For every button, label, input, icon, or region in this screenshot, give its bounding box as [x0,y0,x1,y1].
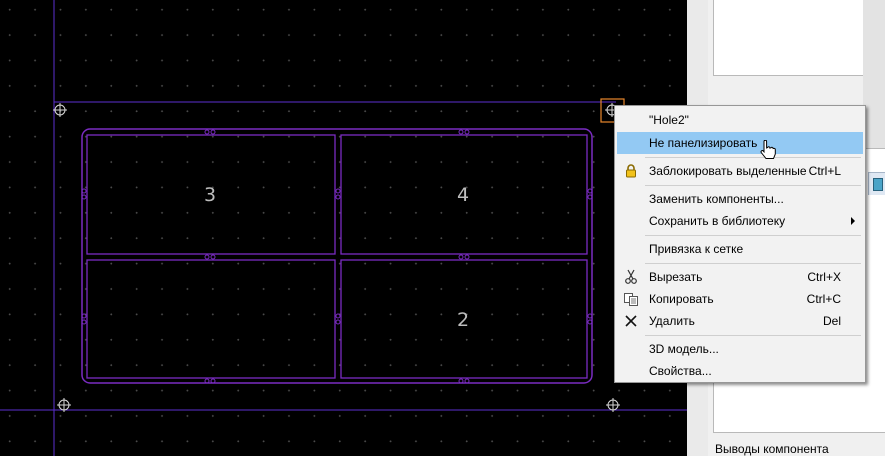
menu-item-label: Привязка к сетке [649,242,744,256]
menu-item-delete[interactable]: Удалить Del [617,310,863,332]
panel-label-3: 3 [204,184,217,206]
menu-item-label: Удалить [649,314,695,328]
menu-item-shortcut: Del [822,314,841,328]
menu-separator [645,157,861,158]
menu-item-save-to-library[interactable]: Сохранить в библиотеку [617,210,863,232]
lock-icon [623,163,639,179]
delete-x-icon [623,313,639,329]
board-outline [81,128,593,384]
menu-item-label: Не панелизировать [649,136,758,150]
menu-item-replace-components[interactable]: Заменить компоненты... [617,188,863,210]
panel-label-4: 4 [457,184,470,206]
menu-item-label: Свойства... [649,364,712,378]
hand-cursor-icon [760,140,776,159]
mounting-holes [53,103,620,412]
context-menu: "Hole2" Не панелизировать Заблокировать … [614,105,866,383]
board-drawing [0,0,687,456]
menu-separator [645,235,861,236]
menu-item-properties[interactable]: Свойства... [617,360,863,382]
panel-tool-button[interactable] [868,172,885,195]
menu-item-shortcut: Ctrl+X [807,270,841,284]
panel-strip [863,0,885,150]
menu-item-label: Копировать [649,292,714,306]
menu-item-3d-model[interactable]: 3D модель... [617,338,863,360]
panel-list-top[interactable] [713,0,867,76]
component-icon [873,178,883,191]
submenu-arrow-icon [851,217,855,225]
menu-item-label: 3D модель... [649,342,719,356]
menu-item-copy[interactable]: Копировать Ctrl+C [617,288,863,310]
mouse-bite-tabs [81,129,593,384]
menu-item-no-panelize[interactable]: Не панелизировать [617,132,863,154]
menu-item-label: Заблокировать выделенные [649,164,807,178]
pcb-canvas[interactable]: 3 4 2 [0,0,687,456]
menu-item-snap-to-grid[interactable]: Привязка к сетке [617,238,863,260]
copy-icon [623,291,639,307]
menu-item-cut[interactable]: Вырезать Ctrl+X [617,266,863,288]
panel-cell-bottom-left [86,259,336,379]
menu-separator [645,263,861,264]
menu-item-label: "Hole2" [649,113,689,127]
menu-separator [645,185,861,186]
menu-separator [645,335,861,336]
menu-item-shortcut: Ctrl+L [808,164,841,178]
menu-item-label: Заменить компоненты... [649,192,784,206]
menu-item-shortcut: Ctrl+C [806,292,841,306]
panel-label-2: 2 [457,309,470,331]
panel-caption: Выводы компонента [715,442,829,456]
menu-item-hole-name[interactable]: "Hole2" [617,109,863,131]
menu-item-label: Вырезать [649,270,703,284]
menu-item-label: Сохранить в библиотеку [649,214,786,228]
scissors-icon [623,269,639,285]
menu-item-lock-selected[interactable]: Заблокировать выделенные Ctrl+L [617,160,863,182]
